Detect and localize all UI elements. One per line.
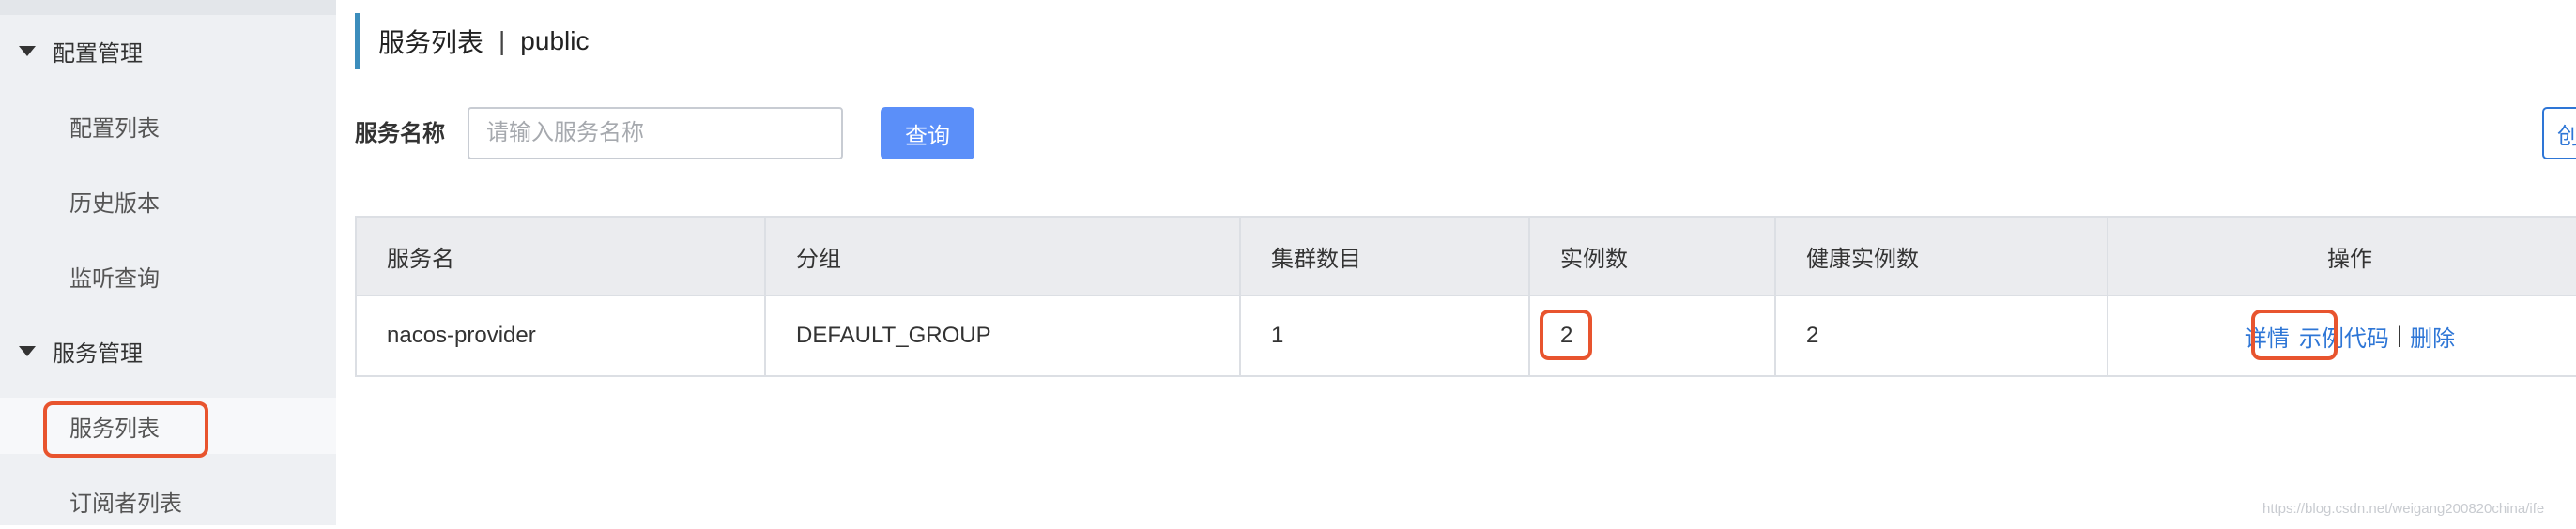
cell-actions: 详情 示例代码 | 删除	[2108, 296, 2576, 375]
sidebar-item-label: 服务列表	[69, 416, 160, 442]
menu-group-config-management[interactable]: 配置管理	[0, 26, 336, 75]
table-row: nacos-provider DEFAULT_GROUP 1 2 2 详情 示例…	[357, 296, 2576, 375]
sidebar-item-label: 配置列表	[69, 115, 160, 142]
menu-group-service-management[interactable]: 服务管理	[0, 326, 336, 375]
caret-down-icon	[19, 45, 36, 56]
column-header-actions: 操作	[2327, 246, 2372, 272]
column-header-healthy-count: 健康实例数	[1776, 218, 2108, 295]
sidebar-item-listener-query[interactable]: 监听查询	[0, 248, 336, 304]
cell-instance-count: 2	[1530, 296, 1776, 375]
page-title-text: 服务列表	[378, 28, 484, 57]
namespace-label: public	[520, 26, 590, 55]
action-separator: |	[2396, 323, 2403, 348]
sidebar-item-label: 监听查询	[69, 265, 160, 292]
cell-cluster-count: 1	[1241, 296, 1530, 375]
column-header-instance-count: 实例数	[1530, 218, 1776, 295]
sample-code-link[interactable]: 示例代码	[2299, 320, 2389, 353]
query-button[interactable]: 查询	[881, 107, 974, 159]
cell-group: DEFAULT_GROUP	[766, 296, 1241, 375]
watermark: https://blog.csdn.net/weigang200820china…	[2262, 501, 2545, 517]
sidebar-item-label: 订阅者列表	[69, 491, 182, 517]
service-table: 服务名 分组 集群数目 实例数 健康实例数 操作 nacos-provider …	[355, 216, 2576, 377]
cell-healthy-count: 2	[1776, 296, 2108, 375]
caret-down-icon	[19, 345, 36, 356]
detail-link[interactable]: 详情	[2245, 320, 2290, 353]
sidebar-top-strip	[0, 0, 336, 15]
sidebar-item-label: 历史版本	[69, 190, 160, 217]
create-service-button[interactable]: 创	[2542, 107, 2576, 159]
menu-group-label: 服务管理	[53, 340, 143, 367]
sidebar: 配置管理 配置列表 历史版本 监听查询 服务管理 服务列表 订阅者列表	[0, 0, 336, 525]
sidebar-item-config-list[interactable]: 配置列表	[0, 98, 336, 154]
column-header-group: 分组	[766, 218, 1241, 295]
column-header-service-name: 服务名	[357, 218, 766, 295]
delete-link[interactable]: 删除	[2410, 320, 2455, 353]
sidebar-item-history[interactable]: 历史版本	[0, 173, 336, 229]
sidebar-item-subscriber-list[interactable]: 订阅者列表	[0, 473, 336, 529]
table-header: 服务名 分组 集群数目 实例数 健康实例数 操作	[357, 218, 2576, 296]
cell-service-name: nacos-provider	[357, 296, 766, 375]
search-input[interactable]	[468, 107, 843, 159]
menu-group-label: 配置管理	[53, 40, 143, 67]
page-title: 服务列表 | public	[355, 13, 589, 69]
title-separator: |	[498, 26, 506, 55]
column-header-cluster-count: 集群数目	[1241, 218, 1530, 295]
search-label: 服务名称	[355, 121, 445, 146]
sidebar-item-service-list[interactable]: 服务列表	[0, 398, 336, 454]
